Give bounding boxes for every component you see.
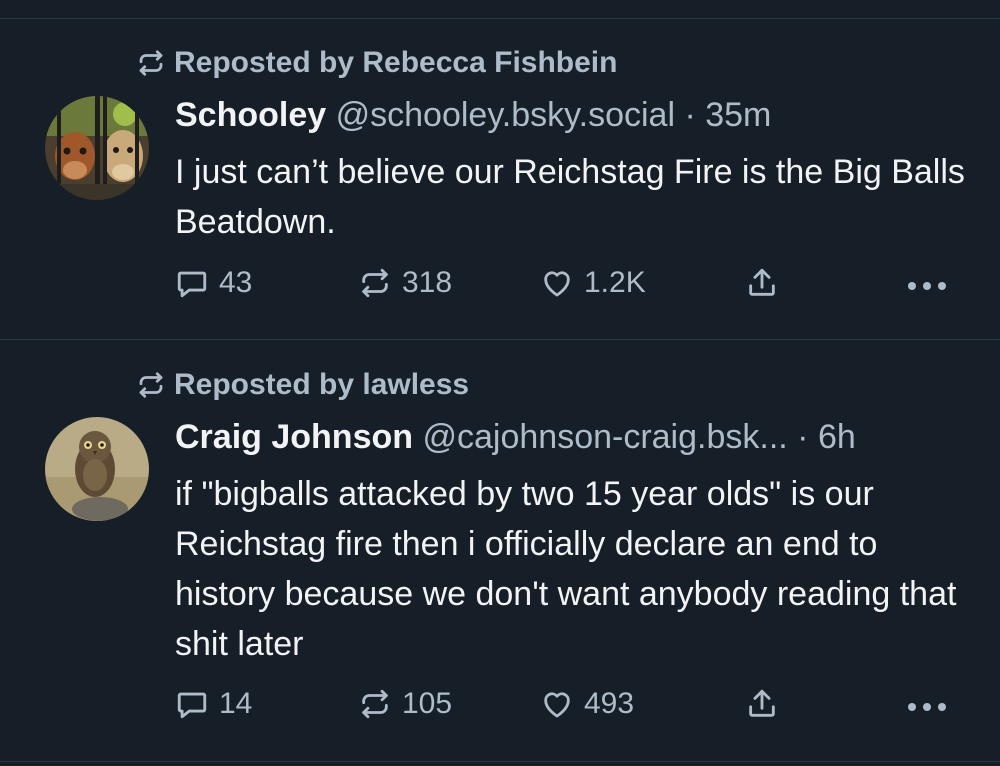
more-icon xyxy=(908,703,946,711)
post-text: I just can’t believe our Reichstag Fire … xyxy=(175,153,965,241)
post-text: if "bigballs attacked by two 15 year old… xyxy=(175,475,957,663)
repost-icon xyxy=(362,689,388,719)
repost-icon xyxy=(139,50,163,76)
author-handle[interactable]: @schooley.bsky.social xyxy=(336,96,675,134)
feed-post-1[interactable]: Reposted by Rebecca Fishbein Schooley @s… xyxy=(0,18,1000,338)
like-count: 493 xyxy=(584,687,635,720)
repost-count: 318 xyxy=(402,266,453,299)
more-icon xyxy=(908,282,946,290)
heart-icon xyxy=(544,271,570,297)
repost-label: Reposted by Rebecca Fishbein xyxy=(174,46,618,79)
post-actions: 43 318 1.2K xyxy=(0,266,1000,306)
reply-button[interactable]: 14 xyxy=(175,687,252,721)
reply-count: 43 xyxy=(219,266,253,299)
repost-indicator[interactable]: Reposted by lawless xyxy=(136,368,469,402)
avatar-image xyxy=(45,96,149,200)
share-icon xyxy=(749,689,775,717)
post-timestamp[interactable]: · 6h xyxy=(797,418,856,456)
reply-icon xyxy=(177,271,207,298)
share-button[interactable] xyxy=(745,266,789,300)
reply-icon xyxy=(177,692,207,719)
author-display-name[interactable]: Schooley xyxy=(175,96,326,134)
repost-indicator[interactable]: Reposted by Rebecca Fishbein xyxy=(136,46,617,80)
reply-button[interactable]: 43 xyxy=(175,266,252,300)
author-handle[interactable]: @cajohnson-craig.bsk... xyxy=(422,418,787,456)
repost-button[interactable]: 105 xyxy=(358,687,452,721)
reply-count: 14 xyxy=(219,687,253,720)
repost-label: Reposted by lawless xyxy=(174,368,470,401)
like-count: 1.2K xyxy=(584,266,646,299)
post-timestamp[interactable]: · 35m xyxy=(684,96,771,134)
author-display-name[interactable]: Craig Johnson xyxy=(175,418,413,456)
share-button[interactable] xyxy=(745,687,789,721)
feed-divider-bottom xyxy=(0,761,1000,762)
more-options-button[interactable] xyxy=(906,687,948,727)
post-actions: 14 105 493 xyxy=(0,687,1000,727)
avatar[interactable] xyxy=(45,96,149,200)
like-button[interactable]: 493 xyxy=(540,687,634,721)
avatar-image xyxy=(45,417,149,521)
repost-icon xyxy=(362,268,388,298)
feed-post-2[interactable]: Reposted by lawless Craig Johnson @cajoh… xyxy=(0,339,1000,759)
avatar[interactable] xyxy=(45,417,149,521)
repost-icon xyxy=(139,372,163,398)
repost-button[interactable]: 318 xyxy=(358,266,452,300)
share-icon xyxy=(749,268,775,296)
post-header: Schooley @schooley.bsky.social · 35m xyxy=(175,95,771,135)
repost-count: 105 xyxy=(402,687,453,720)
like-button[interactable]: 1.2K xyxy=(540,266,646,300)
heart-icon xyxy=(544,692,570,718)
more-options-button[interactable] xyxy=(906,266,948,306)
post-header: Craig Johnson @cajohnson-craig.bsk... · … xyxy=(175,417,856,457)
